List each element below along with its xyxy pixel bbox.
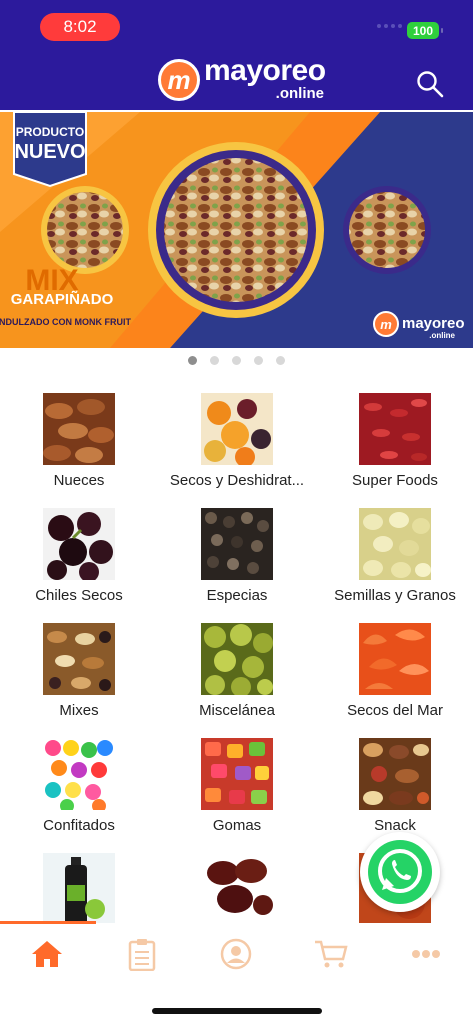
- new-product-badge: PRODUCTO NUEVO: [13, 112, 87, 188]
- dark-dried-fruit-icon: [201, 853, 273, 923]
- home-indicator[interactable]: [152, 1008, 322, 1014]
- category-semillas-granos[interactable]: Semillas y Granos: [316, 508, 473, 604]
- category-gomas[interactable]: Gomas: [158, 738, 316, 834]
- category-especias[interactable]: Especias: [158, 508, 316, 604]
- category-label: Super Foods: [352, 472, 438, 489]
- trail-mix-icon: [43, 623, 115, 695]
- svg-text:m: m: [380, 317, 392, 332]
- category-mixes[interactable]: Mixes: [0, 623, 158, 719]
- clipboard-icon: [128, 939, 156, 971]
- pecans-icon: [43, 393, 115, 465]
- peppercorns-icon: [201, 508, 273, 580]
- whatsapp-icon: [368, 840, 432, 904]
- carousel-dot[interactable]: [188, 356, 197, 365]
- carousel-dot[interactable]: [232, 356, 241, 365]
- cart-icon: [315, 940, 348, 968]
- category-label: Especias: [206, 587, 268, 604]
- more-icon: [411, 950, 440, 958]
- goji-icon: [359, 393, 431, 465]
- gummies-icon: [201, 738, 273, 810]
- app-header: 8:02 100 m mayoreo .online: [0, 0, 473, 110]
- app-logo[interactable]: m mayoreo .online: [158, 54, 326, 102]
- logo-sub: .online: [275, 85, 324, 102]
- status-time: 8:02: [40, 13, 120, 41]
- user-icon: [221, 938, 252, 970]
- candy-coated-icon: [43, 738, 115, 810]
- dried-shrimp-icon: [359, 623, 431, 695]
- bottle-product-icon: [43, 853, 115, 923]
- svg-text:.online: .online: [429, 331, 455, 340]
- home-icon: [32, 941, 63, 967]
- svg-text:GARAPIÑADO: GARAPIÑADO: [11, 290, 114, 308]
- tab-more[interactable]: [378, 924, 473, 984]
- corn-kernels-icon: [359, 508, 431, 580]
- category-item[interactable]: [0, 853, 158, 923]
- dried-fruit-icon: [201, 393, 273, 465]
- category-label: Semillas y Granos: [334, 587, 456, 604]
- signal-icon: [377, 24, 402, 28]
- logo-name: mayoreo: [204, 54, 326, 87]
- snack-mix-icon: [359, 738, 431, 810]
- tab-cart[interactable]: [284, 924, 379, 984]
- svg-text:NUEVO: NUEVO: [14, 141, 85, 163]
- carousel-dot[interactable]: [254, 356, 263, 365]
- category-label: Nueces: [53, 472, 105, 489]
- svg-text:PRODUCTO: PRODUCTO: [16, 125, 84, 139]
- category-miscelanea[interactable]: Miscelánea: [158, 623, 316, 719]
- battery-indicator: 100: [407, 22, 443, 39]
- tab-account[interactable]: [189, 924, 284, 984]
- carousel-dot[interactable]: [210, 356, 219, 365]
- category-confitados[interactable]: Confitados: [0, 738, 158, 834]
- carousel-dots[interactable]: [0, 356, 473, 365]
- category-snack[interactable]: Snack: [316, 738, 473, 834]
- carousel-dot[interactable]: [276, 356, 285, 365]
- category-chiles-secos[interactable]: Chiles Secos: [0, 508, 158, 604]
- tab-home[interactable]: [0, 924, 95, 984]
- olives-icon: [201, 623, 273, 695]
- promo-banner[interactable]: PRODUCTO NUEVO MIX GARAPIÑADO ENDULZADO …: [0, 112, 473, 348]
- category-label: Mixes: [59, 702, 99, 719]
- category-label: Secos y Deshidrat...: [169, 472, 305, 489]
- category-label: Gomas: [212, 817, 262, 834]
- search-icon[interactable]: [416, 70, 444, 98]
- bottom-tab-bar: [0, 924, 473, 984]
- category-item[interactable]: [158, 853, 316, 923]
- category-label: Miscelánea: [199, 702, 275, 719]
- category-super-foods[interactable]: Super Foods: [316, 393, 473, 489]
- svg-text:mayoreo: mayoreo: [402, 315, 465, 332]
- category-secos-del-mar[interactable]: Secos del Mar: [316, 623, 473, 719]
- category-nueces[interactable]: Nueces: [0, 393, 158, 489]
- tab-orders[interactable]: [95, 924, 190, 984]
- whatsapp-button[interactable]: [360, 832, 440, 912]
- category-label: Secos del Mar: [347, 702, 443, 719]
- svg-text:ENDULZADO CON MONK FRUIT: ENDULZADO CON MONK FRUIT: [0, 317, 131, 327]
- category-secos-deshidratados[interactable]: Secos y Deshidrat...: [158, 393, 316, 489]
- dried-chiles-icon: [43, 508, 115, 580]
- logo-mark-icon: m: [158, 59, 200, 101]
- category-label: Chiles Secos: [35, 587, 123, 604]
- category-label: Confitados: [43, 817, 115, 834]
